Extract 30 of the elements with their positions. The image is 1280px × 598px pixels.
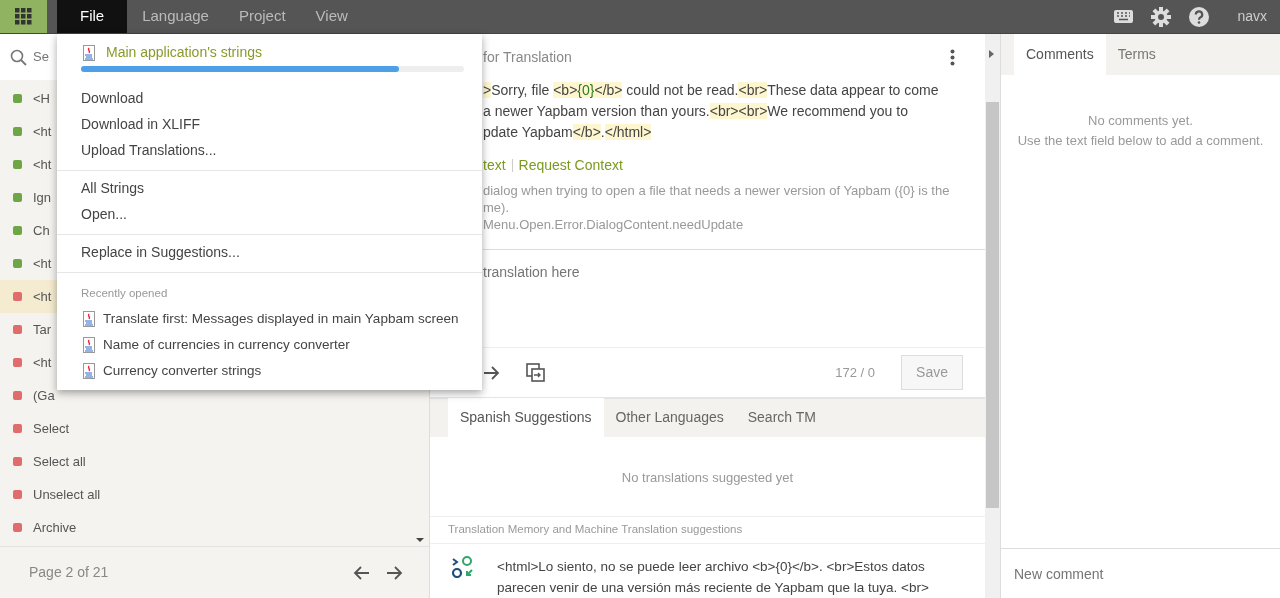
string-text: (Ga	[33, 386, 55, 405]
section-label: Translation Memory and Machine Translation suggestions	[448, 522, 743, 538]
character-counter: 172 / 0	[835, 363, 876, 382]
section-label: Recently opened	[80, 286, 169, 301]
string-text: <ht	[33, 287, 52, 306]
string-text: <ht	[33, 122, 52, 141]
string-text: Select all	[33, 452, 86, 471]
string-text: Ign	[33, 188, 52, 207]
string-description: dialog when trying to open a file that needs a newer version of Yapbam ({0} is the	[483, 182, 951, 199]
source-text: a newer Yapbam version than yours.<br><br>We recommend you to	[483, 102, 909, 121]
empty-message: No translations suggested yet	[620, 469, 795, 487]
string-description: me).	[483, 199, 510, 216]
string-text: Ch	[33, 221, 50, 240]
suggestion-text: parecen venir de una versión más reciente de Yapbam que la tuya. <br>	[497, 579, 929, 597]
string-description: Menu.Open.Error.DialogContent.needUpdate	[483, 216, 745, 233]
page-indicator: Page 2 of 21	[29, 563, 109, 582]
source-text: pdate Yapbam</b>.</html>	[483, 123, 653, 142]
empty-message: No comments yet.	[1087, 112, 1194, 130]
string-text: <ht	[33, 353, 52, 372]
string-text: <ht	[33, 155, 52, 174]
suggestion-text: <html>Lo siento, no se puede leer archivo <b>{0}</b>. <br>Estos datos	[497, 558, 926, 576]
empty-message: Use the text field below to add a comment.	[1016, 131, 1265, 150]
string-text: <H	[33, 89, 50, 108]
string-text: Unselect all	[33, 485, 101, 504]
string-text: Archive	[33, 518, 77, 537]
source-text: >Sorry, file <b>{0}</b> could not be read.<br>These data appear to come	[483, 81, 940, 100]
panel-title: for Translation	[483, 47, 572, 67]
string-text: Tar	[33, 320, 52, 339]
string-text: Select	[33, 419, 70, 438]
string-text: <ht	[33, 254, 52, 273]
